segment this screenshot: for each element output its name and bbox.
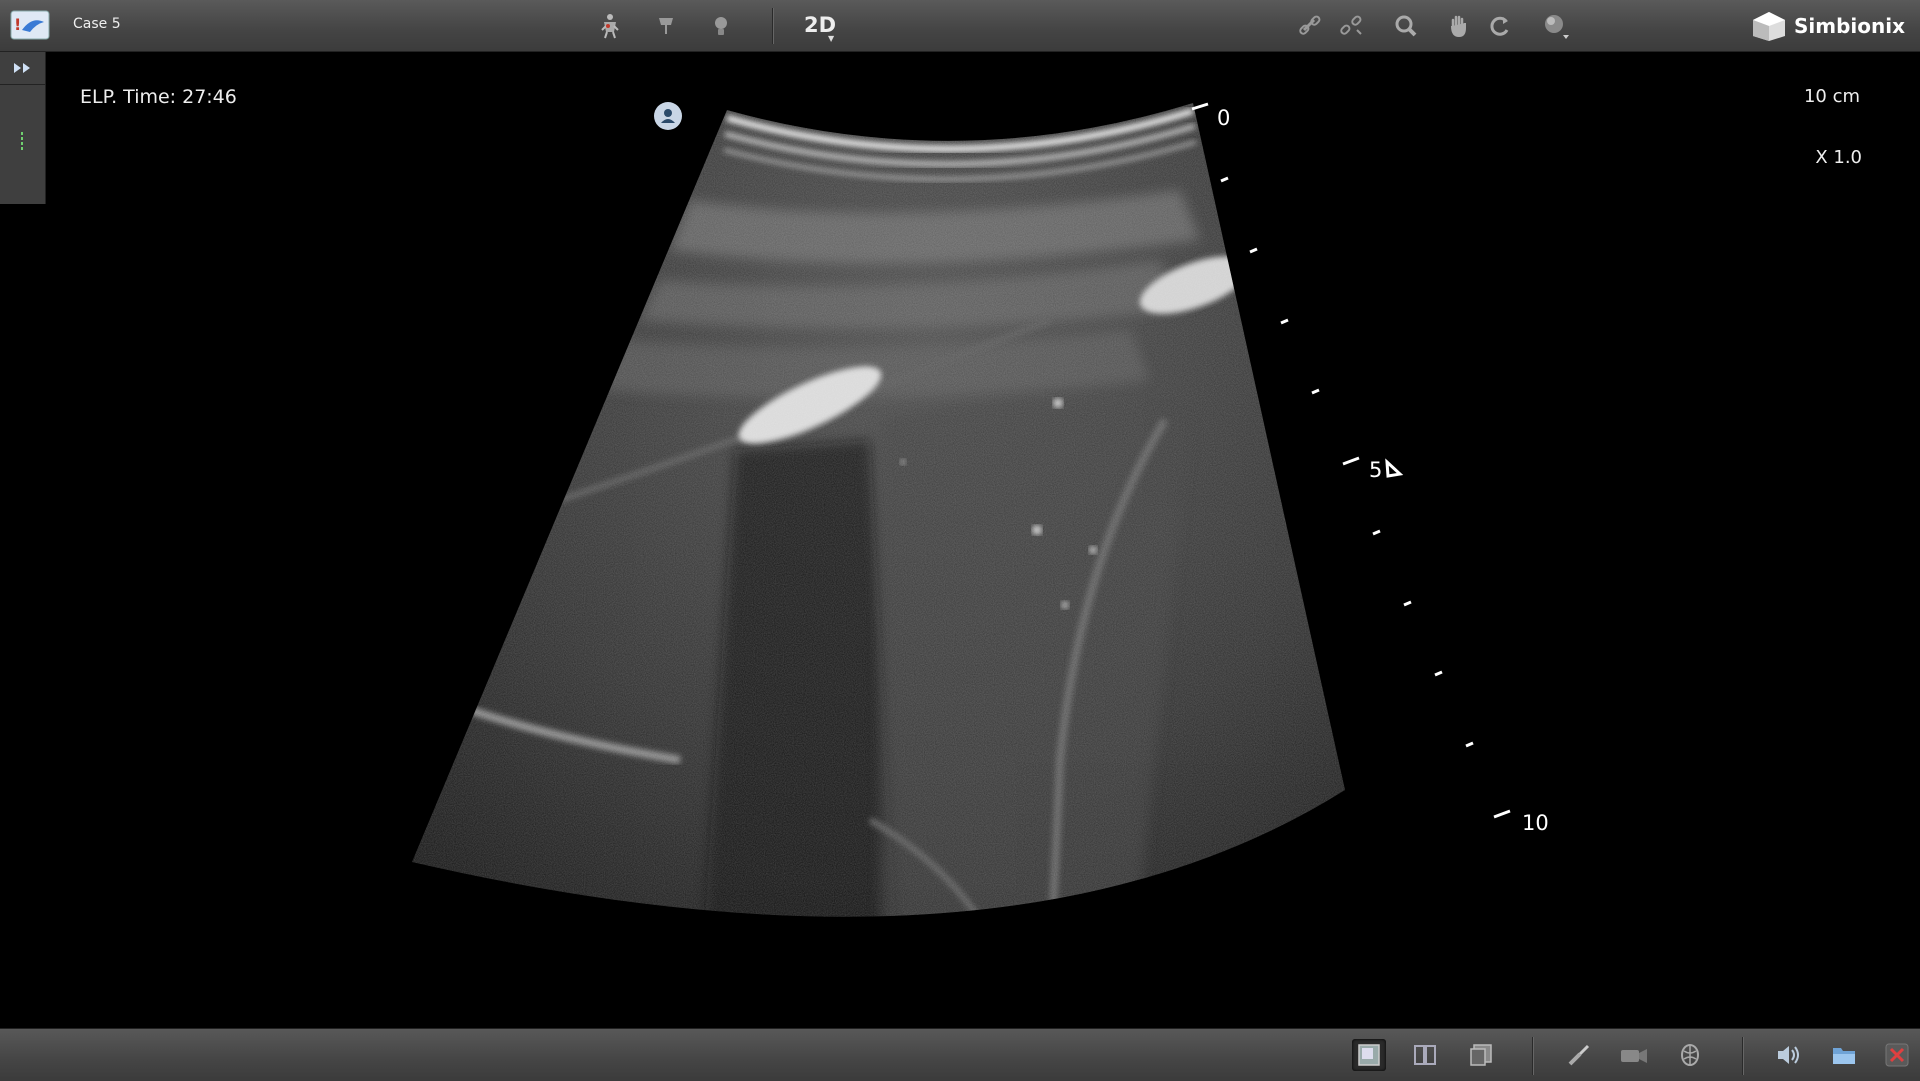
- ultrasound-image[interactable]: [0, 52, 1920, 1028]
- rotate-icon[interactable]: [1484, 10, 1516, 42]
- probe-orientation-icon[interactable]: [654, 102, 682, 130]
- folder-icon[interactable]: [1827, 1039, 1861, 1071]
- camera-icon[interactable]: [1617, 1039, 1651, 1071]
- depth-label-5: 5: [1369, 458, 1383, 482]
- depth-readout: 10 cm: [1803, 86, 1860, 107]
- elapsed-time: ELP. Time: 27:46: [80, 86, 237, 108]
- zoom-readout: X 1.0: [1815, 147, 1862, 168]
- brand-logo: Simbionix: [1750, 10, 1905, 42]
- depth-label-0: 0: [1217, 106, 1231, 130]
- single-view-icon[interactable]: [1352, 1039, 1386, 1071]
- bottom-divider: [1532, 1037, 1533, 1075]
- svg-text:!: !: [14, 15, 21, 34]
- measure-icon[interactable]: [1562, 1039, 1596, 1071]
- depth-label-10: 10: [1522, 811, 1549, 835]
- case-title: Case 5: [73, 16, 121, 32]
- top-toolbar: ! Case 5 2D ▼ Simbionix: [0, 0, 1920, 52]
- close-icon[interactable]: [1880, 1039, 1914, 1071]
- anatomy-icon[interactable]: [594, 10, 626, 42]
- dual-view-icon[interactable]: [1408, 1039, 1442, 1071]
- unlink-icon[interactable]: [1335, 10, 1367, 42]
- layered-view-icon[interactable]: [1464, 1039, 1498, 1071]
- app-logo-icon[interactable]: !: [10, 10, 50, 40]
- brand-name: Simbionix: [1794, 14, 1906, 38]
- toolbar-divider: [772, 8, 773, 44]
- brain-icon[interactable]: [1673, 1039, 1707, 1071]
- bottom-toolbar: [0, 1028, 1920, 1081]
- brand-cube-icon: [1753, 12, 1785, 41]
- probe-icon[interactable]: [650, 10, 682, 42]
- lightbulb-icon[interactable]: [705, 10, 737, 42]
- hand-icon[interactable]: [1443, 10, 1475, 42]
- sphere-icon[interactable]: [1540, 10, 1572, 42]
- mode-dropdown-icon[interactable]: ▼: [828, 34, 834, 43]
- bottom-divider: [1742, 1037, 1743, 1075]
- speaker-icon[interactable]: [1771, 1039, 1805, 1071]
- focus-marker-icon[interactable]: [1385, 458, 1404, 478]
- magnify-icon[interactable]: [1390, 10, 1422, 42]
- link-icon[interactable]: [1294, 10, 1326, 42]
